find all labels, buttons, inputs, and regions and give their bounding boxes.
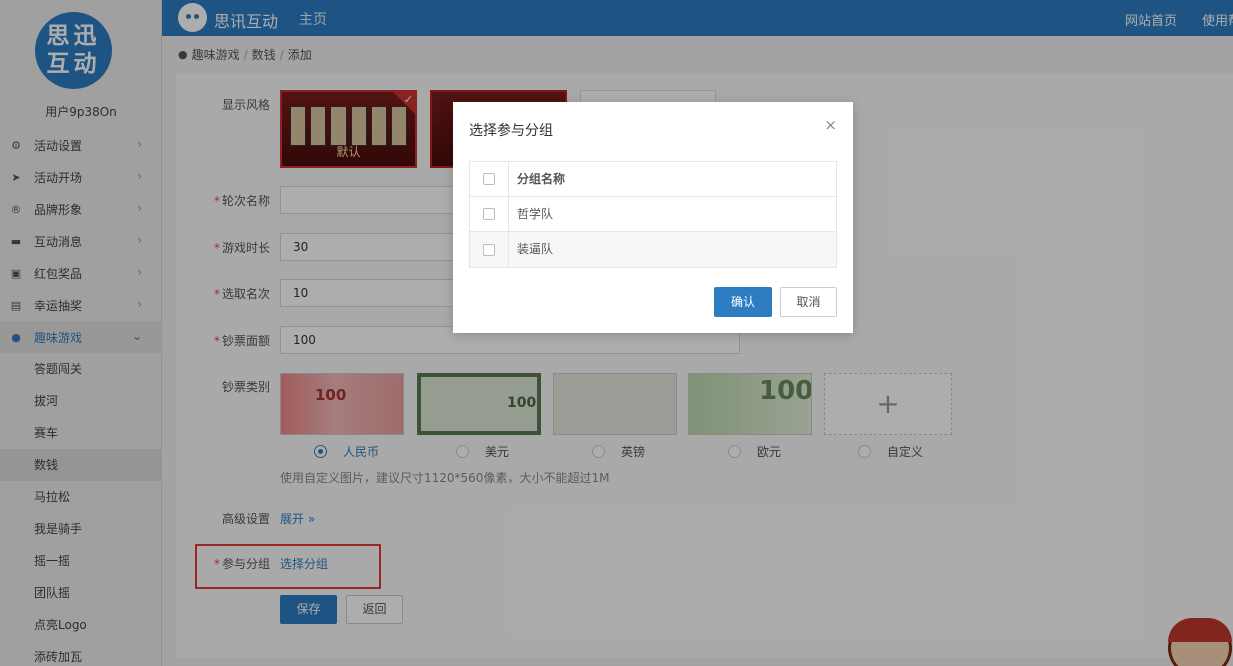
modal-title: 选择参与分组 — [469, 123, 553, 139]
select-all-cell — [470, 162, 509, 196]
row-check-cell — [470, 232, 509, 267]
row-checkbox[interactable] — [483, 208, 495, 220]
confirm-button[interactable]: 确认 — [714, 287, 772, 317]
table-row[interactable]: 哲学队 — [470, 197, 836, 232]
select-group-modal: 选择参与分组 × 分组名称 哲学队 装逼队 确认 取消 — [453, 102, 853, 333]
modal-overlay[interactable] — [0, 0, 1233, 666]
group-name-cell: 哲学队 — [517, 207, 554, 221]
table-header-row: 分组名称 — [470, 162, 836, 197]
group-table: 分组名称 哲学队 装逼队 — [469, 161, 837, 268]
close-icon[interactable]: × — [824, 116, 837, 134]
column-header-group-name: 分组名称 — [517, 172, 566, 186]
table-row[interactable]: 装逼队 — [470, 232, 836, 267]
cancel-button[interactable]: 取消 — [780, 287, 837, 317]
row-check-cell — [470, 197, 509, 231]
select-all-checkbox[interactable] — [483, 173, 495, 185]
group-name-cell: 装逼队 — [517, 242, 554, 256]
row-checkbox[interactable] — [483, 243, 495, 256]
